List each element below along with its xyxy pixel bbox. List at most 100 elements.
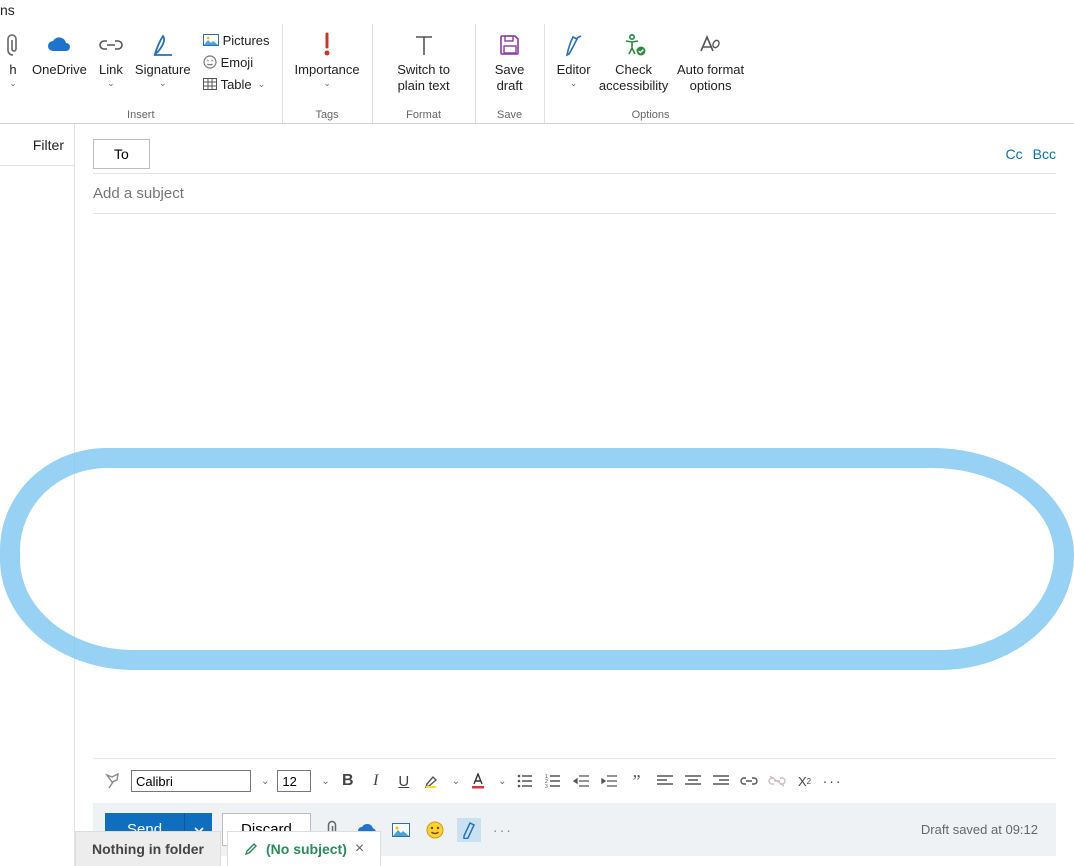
superscript-button[interactable]: X2 (795, 769, 815, 793)
outdent-button[interactable] (571, 769, 591, 793)
title-bar: ns (0, 0, 1074, 24)
insert-picture-button[interactable] (389, 818, 413, 842)
importance-label: Importance (295, 62, 360, 78)
ribbon: h ⌄ OneDrive Link ⌄ (0, 24, 1074, 124)
chevron-down-icon: ⌄ (107, 79, 115, 87)
to-button[interactable]: To (93, 139, 150, 169)
editor-label: Editor (557, 62, 591, 78)
close-icon[interactable]: × (355, 840, 364, 858)
bullets-button[interactable] (515, 769, 535, 793)
signature-icon (152, 30, 174, 60)
font-size-input[interactable] (277, 770, 311, 792)
link-button[interactable]: Link ⌄ (93, 26, 129, 87)
emoji-icon (203, 55, 217, 69)
cc-link[interactable]: Cc (1006, 146, 1023, 162)
ribbon-group-tags: Importance ⌄ Tags (283, 24, 373, 123)
link-label: Link (99, 62, 123, 78)
compose-pane: To Cc Bcc ⌄ ⌄ B I U ⌄ (75, 124, 1074, 866)
signature-button[interactable]: Signature ⌄ (129, 26, 197, 87)
attach-icon (6, 30, 20, 60)
chevron-down-icon[interactable]: ⌄ (452, 776, 460, 787)
bcc-link[interactable]: Bcc (1033, 146, 1056, 162)
chevron-down-icon: ⌄ (570, 79, 578, 87)
highlight-button[interactable] (422, 769, 442, 793)
switch-plaintext-label: Switch to plain text (385, 62, 463, 94)
editor-button[interactable]: Editor ⌄ (551, 26, 597, 87)
draft-tab-label: (No subject) (266, 841, 347, 857)
chevron-down-icon[interactable]: ⌄ (321, 776, 329, 787)
underline-button[interactable]: U (394, 769, 414, 793)
title-bar-fragment: ns (0, 2, 15, 18)
font-color-button[interactable] (468, 769, 488, 793)
link-icon (99, 30, 123, 60)
font-name-input[interactable] (131, 770, 251, 792)
save-icon (499, 30, 521, 60)
group-label-tags: Tags (315, 109, 338, 123)
pencil-icon (244, 842, 258, 856)
editor-icon (563, 30, 585, 60)
chevron-down-icon[interactable]: ⌄ (498, 776, 506, 787)
table-label: Table (221, 77, 252, 92)
table-button[interactable]: Table ⌄ (199, 74, 274, 94)
save-draft-label: Save draft (488, 62, 532, 94)
align-right-button[interactable] (711, 769, 731, 793)
insert-link-button[interactable] (739, 769, 759, 793)
folder-tab[interactable]: Nothing in folder (75, 831, 221, 866)
draft-tab[interactable]: (No subject) × (227, 831, 381, 866)
subject-input[interactable] (93, 185, 1056, 202)
auto-format-button[interactable]: Auto format options (671, 26, 751, 94)
to-row: To Cc Bcc (93, 134, 1056, 174)
importance-button[interactable]: Importance ⌄ (289, 26, 366, 87)
onedrive-button[interactable]: OneDrive (26, 26, 93, 78)
group-label-save: Save (497, 109, 522, 123)
check-accessibility-button[interactable]: Check accessibility (597, 26, 671, 94)
pictures-icon (203, 34, 219, 46)
ribbon-group-insert: h ⌄ OneDrive Link ⌄ (0, 24, 283, 123)
toggle-format-toolbar-button[interactable] (457, 818, 481, 842)
numbering-button[interactable]: 123 (543, 769, 563, 793)
draft-status: Draft saved at 09:12 (921, 822, 1044, 837)
group-label-options: Options (632, 109, 670, 123)
filter-label: Filter (33, 137, 64, 153)
text-icon (414, 30, 434, 60)
align-center-button[interactable] (683, 769, 703, 793)
format-painter-icon[interactable] (103, 769, 123, 793)
bottom-tabs: Nothing in folder (No subject) × (75, 831, 381, 866)
subject-row (93, 174, 1056, 214)
pictures-label: Pictures (223, 33, 270, 48)
main-area: Filter To Cc Bcc ⌄ ⌄ B I U (0, 124, 1074, 866)
check-accessibility-label: Check accessibility (599, 62, 668, 94)
indent-button[interactable] (599, 769, 619, 793)
signature-label: Signature (135, 62, 191, 78)
remove-link-button[interactable] (767, 769, 787, 793)
ribbon-group-options: Editor ⌄ Check accessibility Auto format… (545, 24, 757, 123)
importance-icon (321, 30, 333, 60)
more-format-button[interactable]: ··· (823, 769, 843, 793)
pictures-button[interactable]: Pictures (199, 30, 274, 50)
ribbon-group-format: Switch to plain text Format (373, 24, 476, 123)
accessibility-icon (621, 30, 647, 60)
message-body[interactable] (93, 214, 1056, 758)
attach-label: h (9, 62, 16, 78)
italic-button[interactable]: I (366, 769, 386, 793)
quote-button[interactable]: ” (627, 769, 647, 793)
group-label-insert: Insert (127, 109, 155, 123)
chevron-down-icon: ⌄ (9, 79, 17, 87)
align-left-button[interactable] (655, 769, 675, 793)
emoji-button[interactable]: Emoji (199, 52, 274, 72)
switch-plaintext-button[interactable]: Switch to plain text (379, 26, 469, 94)
table-icon (203, 78, 217, 90)
save-draft-button[interactable]: Save draft (482, 26, 538, 94)
ribbon-group-save: Save draft Save (476, 24, 545, 123)
cloud-icon (46, 30, 72, 60)
left-gutter: Filter (0, 124, 75, 866)
attach-button[interactable]: h ⌄ (6, 26, 26, 87)
chevron-down-icon: ⌄ (159, 79, 167, 87)
chevron-down-icon[interactable]: ⌄ (261, 776, 269, 787)
filter-button[interactable]: Filter (0, 124, 74, 166)
bold-button[interactable]: B (338, 769, 358, 793)
auto-format-label: Auto format options (677, 62, 745, 94)
autoformat-icon (699, 30, 723, 60)
more-actions-button[interactable]: ··· (491, 818, 515, 842)
insert-emoji-button[interactable] (423, 818, 447, 842)
